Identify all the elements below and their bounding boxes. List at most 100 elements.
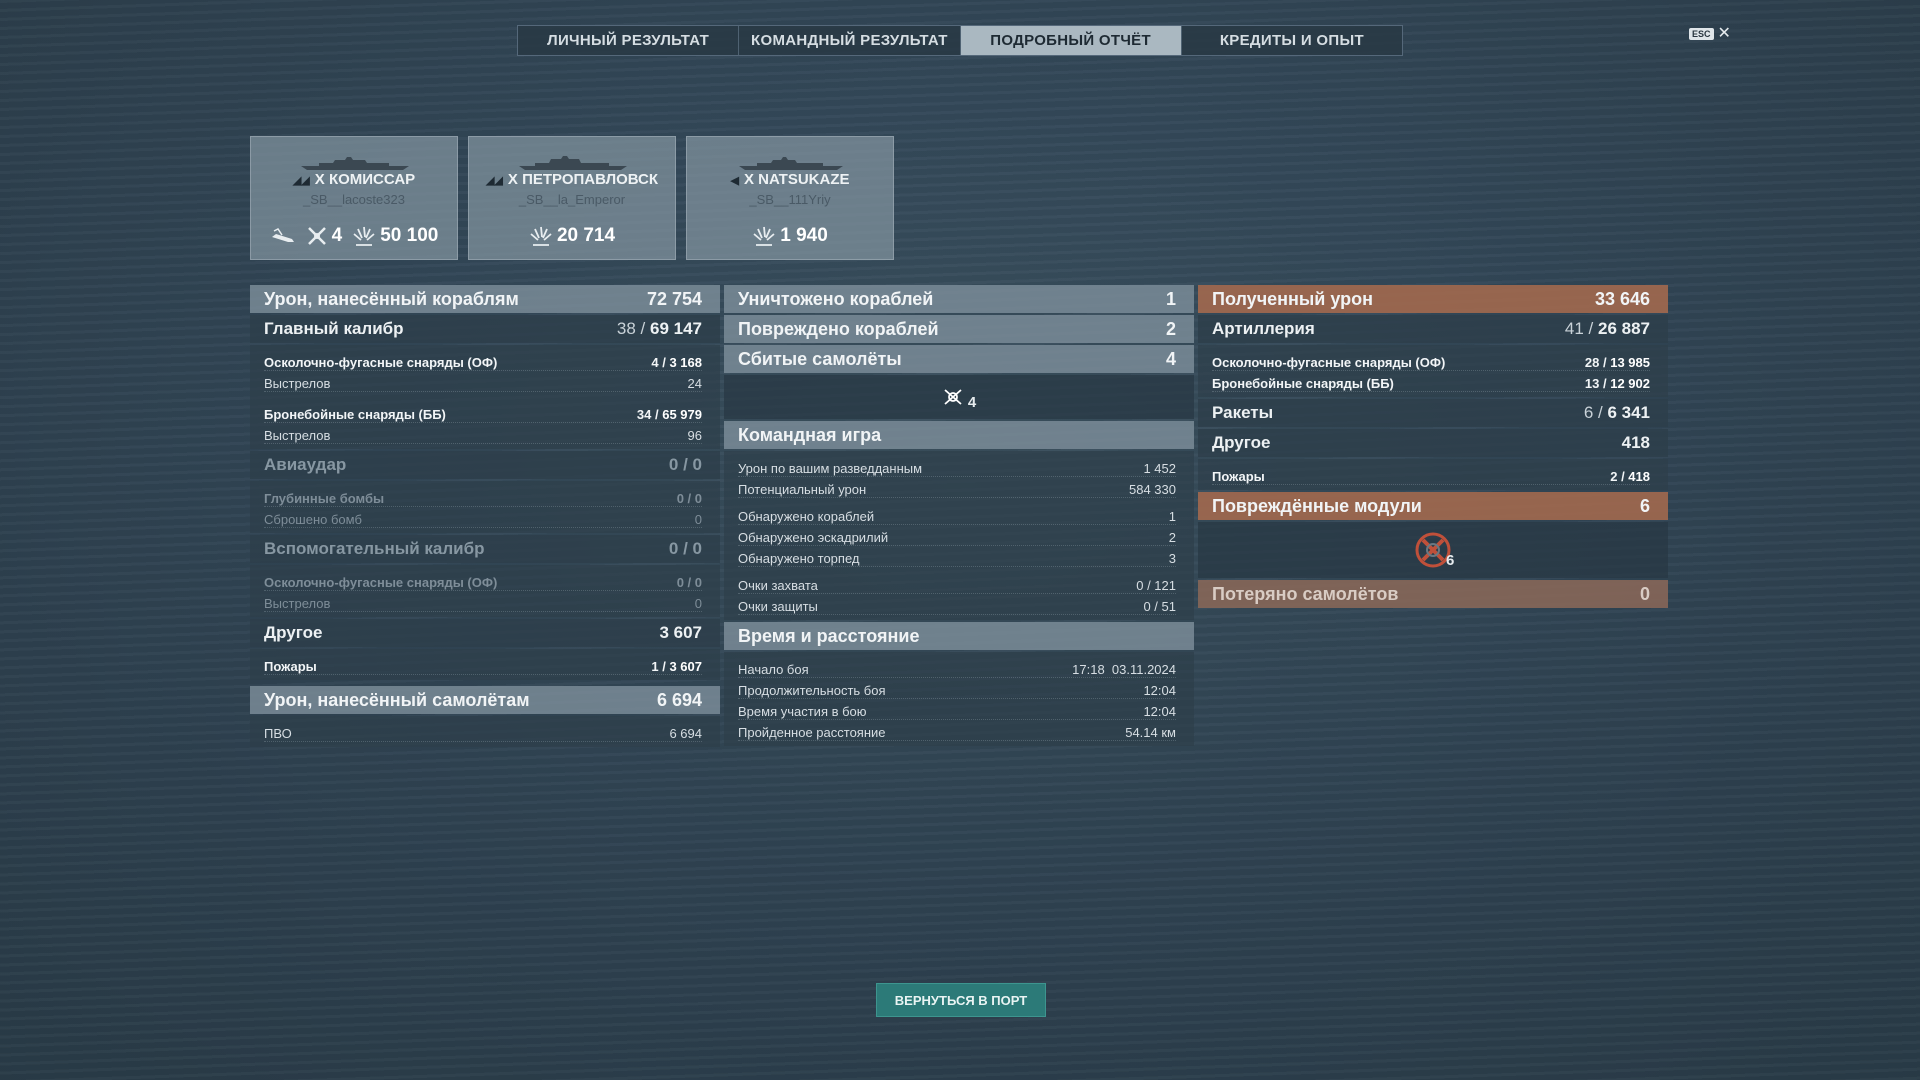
spotting-damage-row: Урон по вашим разведданным 1 452 [738,456,1176,477]
other-received-details: Пожары 2 / 418 [1198,459,1668,490]
airstrike-row: Авиаудар 0 / 0 [250,451,720,479]
player-name: _SB__111Yriy [749,192,831,207]
row-label: ПВО [264,726,292,741]
row-value: 0 / 121 [1136,578,1176,593]
row-label: Обнаружено эскадрилий [738,530,889,545]
row-value: 1 [1168,509,1176,524]
row-value: 4 / 3 168 [651,355,702,370]
hits: 13 [1584,376,1600,391]
row-label: Потенциальный урон [738,482,867,497]
damaged-modules-icons: 6 [1198,522,1668,578]
damage-stat: 50 100 [352,225,438,247]
damage-icon [530,226,552,246]
battle-summary-column: Уничтожено кораблей 1 Повреждено кораблей… [724,285,1194,748]
tab-credits-xp[interactable]: КРЕДИТЫ И ОПЫТ [1182,26,1402,55]
row-label: Сбитые самолёты [738,348,902,369]
tab-detailed-report[interactable]: ПОДРОБНЫЙ ОТЧЁТ [960,26,1182,55]
header-label: Урон, нанесённый кораблям [264,288,519,309]
distance-traveled-row: Пройденное расстояние 54.14 км [738,720,1176,741]
he-received-row: Осколочно-фугасные снаряды (ОФ) 28 / 13 9… [1212,350,1650,371]
header-label: Командная игра [738,424,882,445]
ship-damage-header: Урон, нанесённый кораблям 72 754 [250,285,720,313]
row-value: 41 / 26 887 [1565,319,1650,339]
hits: 38 [616,319,636,338]
secondary-caliber-row: Вспомогательный калибр 0 / 0 [250,535,720,563]
row-value: 12:04 [1143,683,1176,698]
damage: 69 147 [650,319,702,338]
main-caliber-details: Осколочно-фугасные снаряды (ОФ) 4 / 3 168… [250,345,720,449]
row-value: 1 / 3 607 [651,659,702,674]
row-value: 28 / 13 985 [1584,355,1650,370]
row-label: Пожары [1212,469,1265,484]
row-value: 0 / 0 [676,575,702,590]
row-value: 12:04 [1143,704,1176,719]
ship-tier: X [507,171,518,188]
he-shots-row: Выстрелов 24 [264,371,702,392]
row-value: 13 / 12 902 [1584,376,1650,391]
ship-stats: 1 940 [687,225,893,247]
row-value: 2 [1165,318,1176,339]
ship-name-text: КОМИССАР [328,171,416,188]
row-label: Потеряно самолётов [1212,583,1399,604]
close-button[interactable]: ESC ✕ [1689,26,1731,42]
row-value: 3 607 [659,623,702,642]
secondary-shots-row: Выстрелов 0 [264,591,702,612]
ship-name: ◢◢ X ПЕТРОПАВЛОВСК [469,171,675,188]
hits: 41 [1564,319,1584,338]
time-distance-header: Время и расстояние [724,622,1194,650]
ship-card-3: ◀ X NATSUKAZE _SB__111Yriy 1 940 [686,136,894,260]
other-damage-details: Пожары 1 / 3 607 [250,649,720,680]
damage: 6 341 [1607,403,1650,422]
row-value: 4 [1165,348,1176,369]
count: 1 [651,659,659,674]
defense-points-row: Очки защиты 0 / 51 [738,594,1176,615]
ships-damaged-row: Повреждено кораблей 2 [724,315,1194,343]
header-label: Время и расстояние [738,625,920,646]
ship-name: ◀ X NATSUKAZE [687,171,893,188]
he-shells-row: Осколочно-фугасные снаряды (ОФ) 4 / 3 168 [264,350,702,371]
row-label: Выстрелов [264,376,331,391]
ship-card-2: ◢◢ X ПЕТРОПАВЛОВСК _SB__la_Emperor 20 714 [468,136,676,260]
row-value: 96 [687,428,702,443]
row-label: Выстрелов [264,428,331,443]
tab-personal-result[interactable]: ЛИЧНЫЙ РЕЗУЛЬТАТ [518,26,740,55]
other-damage-row: Другое 3 607 [250,619,720,647]
tab-bar: ЛИЧНЫЙ РЕЗУЛЬТАТ КОМАНДНЫЙ РЕЗУЛЬТАТ ПОД… [517,25,1403,56]
tab-team-result[interactable]: КОМАНДНЫЙ РЕЗУЛЬТАТ [739,26,961,55]
row-label: Артиллерия [1212,319,1315,338]
count: 2 [1610,469,1618,484]
header-label: Полученный урон [1212,288,1373,309]
row-value: 0 / 0 [668,455,702,474]
ships-destroyed-row: Уничтожено кораблей 1 [724,285,1194,313]
close-icon[interactable]: ✕ [1718,26,1731,42]
aa-row: ПВО 6 694 [264,721,702,742]
separator: / [1583,319,1598,338]
row-label: Глубинные бомбы [264,491,385,506]
header-value: 33 646 [1594,288,1650,309]
row-value: 34 / 65 979 [636,407,702,422]
ship-class-icon: ◢◢ [485,175,503,187]
row-label: Уничтожено кораблей [738,288,934,309]
header-label: Урон, нанесённый самолётам [264,689,530,710]
row-label: Бронебойные снаряды (ББ) [264,407,446,422]
damage: 3 168 [669,355,702,370]
row-value: 2 / 418 [1610,469,1650,484]
ship-card-1: ◢◢ X КОМИССАР _SB__lacoste323 4 50 100 [250,136,458,260]
damage: 12 902 [1610,376,1650,391]
ship-name: ◢◢ X КОМИССАР [251,171,457,188]
row-label: Ракеты [1212,403,1274,422]
row-label: Сброшено бомб [264,512,362,527]
ship-name-text: ПЕТРОПАВЛОВСК [522,171,659,188]
damaged-modules-header: Повреждённые модули 6 [1198,492,1668,520]
player-name: _SB__lacoste323 [303,192,405,207]
ship-class-icon: ◀ [730,175,739,187]
row-label: Очки захвата [738,578,818,593]
row-label: Главный калибр [264,319,404,338]
ap-shots-row: Выстрелов 96 [264,423,702,444]
return-to-port-button[interactable]: ВЕРНУТЬСЯ В ПОРТ [876,983,1046,1017]
row-value: 584 330 [1129,482,1176,497]
bombs-dropped-row: Сброшено бомб 0 [264,507,702,528]
row-value: 0 [1639,583,1650,604]
other-received-row: Другое 418 [1198,429,1668,457]
